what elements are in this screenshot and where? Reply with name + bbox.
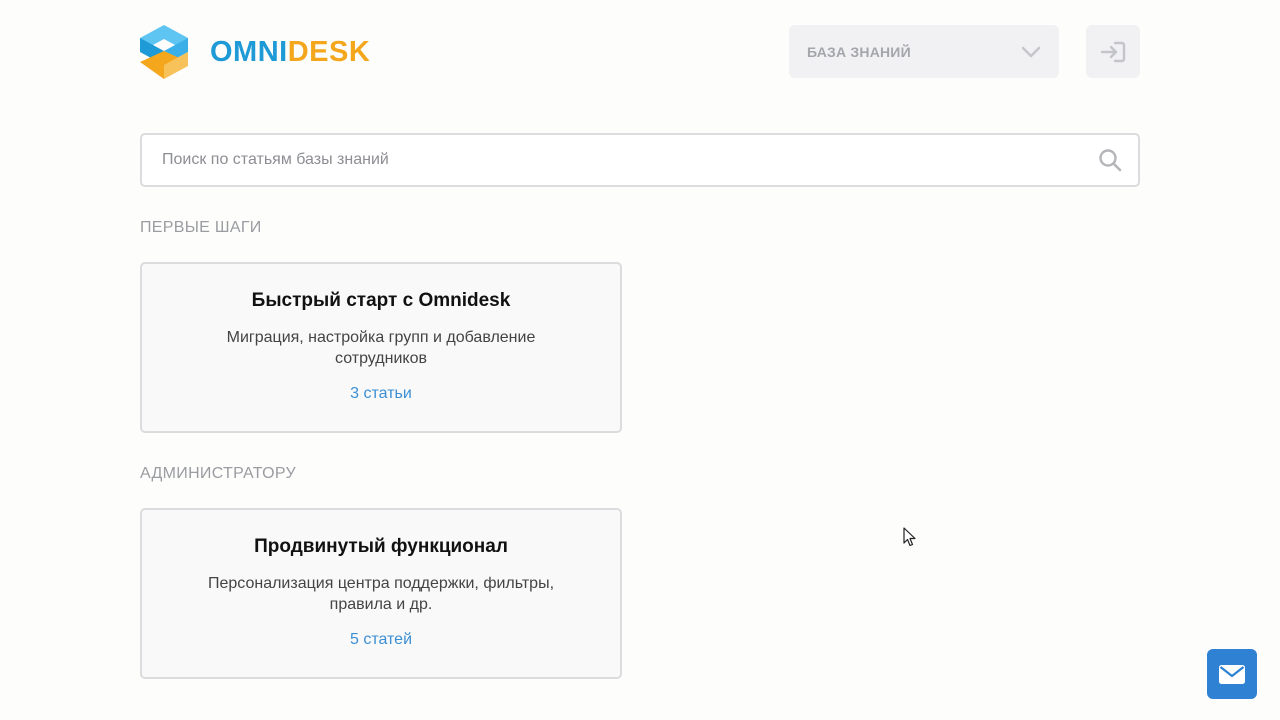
knowledge-base-page: OMNIDESK БАЗА ЗНАНИЙ ПЕРВЫЕ ШАГИ Быстрый… <box>0 0 1280 720</box>
sign-in-icon <box>1100 41 1126 62</box>
category-card-description: Персонализация центра поддержки, фильтры… <box>207 575 555 613</box>
category-card-description: Миграция, настройка групп и добавление с… <box>226 329 536 367</box>
section-title-first-steps: ПЕРВЫЕ ШАГИ <box>140 219 262 236</box>
mouse-cursor-icon <box>903 527 916 547</box>
chevron-down-icon <box>1021 46 1041 57</box>
search-bar <box>140 133 1140 187</box>
logo-text-omni: OMNI <box>210 35 288 68</box>
category-card-article-count[interactable]: 5 статей <box>142 631 620 649</box>
logo-text-desk: DESK <box>287 35 371 68</box>
search-input[interactable] <box>160 150 1098 170</box>
search-icon[interactable] <box>1098 148 1122 172</box>
section-title-administrator: АДМИНИСТРАТОРУ <box>140 465 296 482</box>
category-card-title: Продвинутый функционал <box>254 536 508 557</box>
envelope-icon <box>1219 664 1245 684</box>
login-button[interactable] <box>1086 25 1140 78</box>
omnidesk-logo-icon <box>140 25 188 79</box>
knowledge-base-selector[interactable]: БАЗА ЗНАНИЙ <box>789 25 1059 78</box>
category-card-article-count[interactable]: 3 статьи <box>142 385 620 403</box>
knowledge-base-selector-label: БАЗА ЗНАНИЙ <box>807 43 911 60</box>
logo-text: OMNIDESK <box>210 35 371 68</box>
category-card-title: Быстрый старт с Omnidesk <box>251 290 511 311</box>
omnidesk-logo[interactable]: OMNIDESK <box>140 24 370 80</box>
category-card-quick-start[interactable]: Быстрый старт с Omnidesk Миграция, настр… <box>140 262 622 433</box>
category-card-advanced-features[interactable]: Продвинутый функционал Персонализация це… <box>140 508 622 679</box>
contact-support-button[interactable] <box>1207 649 1257 699</box>
